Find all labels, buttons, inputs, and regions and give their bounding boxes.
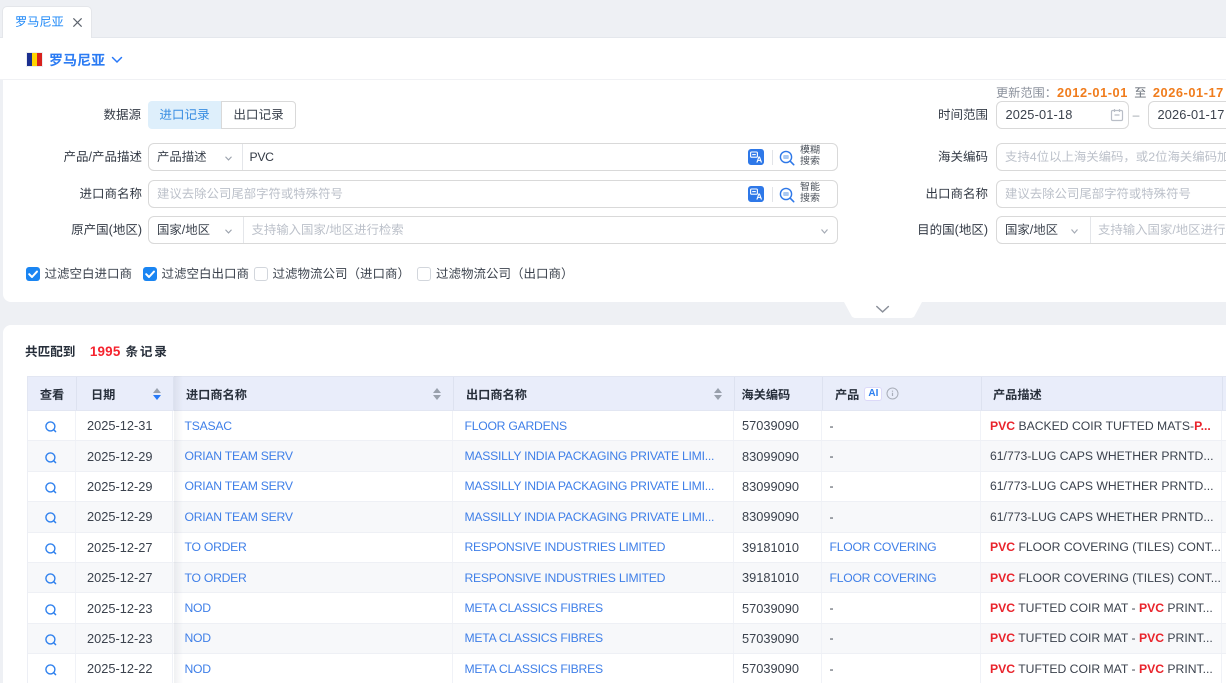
- svg-text:A: A: [756, 155, 762, 165]
- svg-text:A: A: [756, 192, 762, 202]
